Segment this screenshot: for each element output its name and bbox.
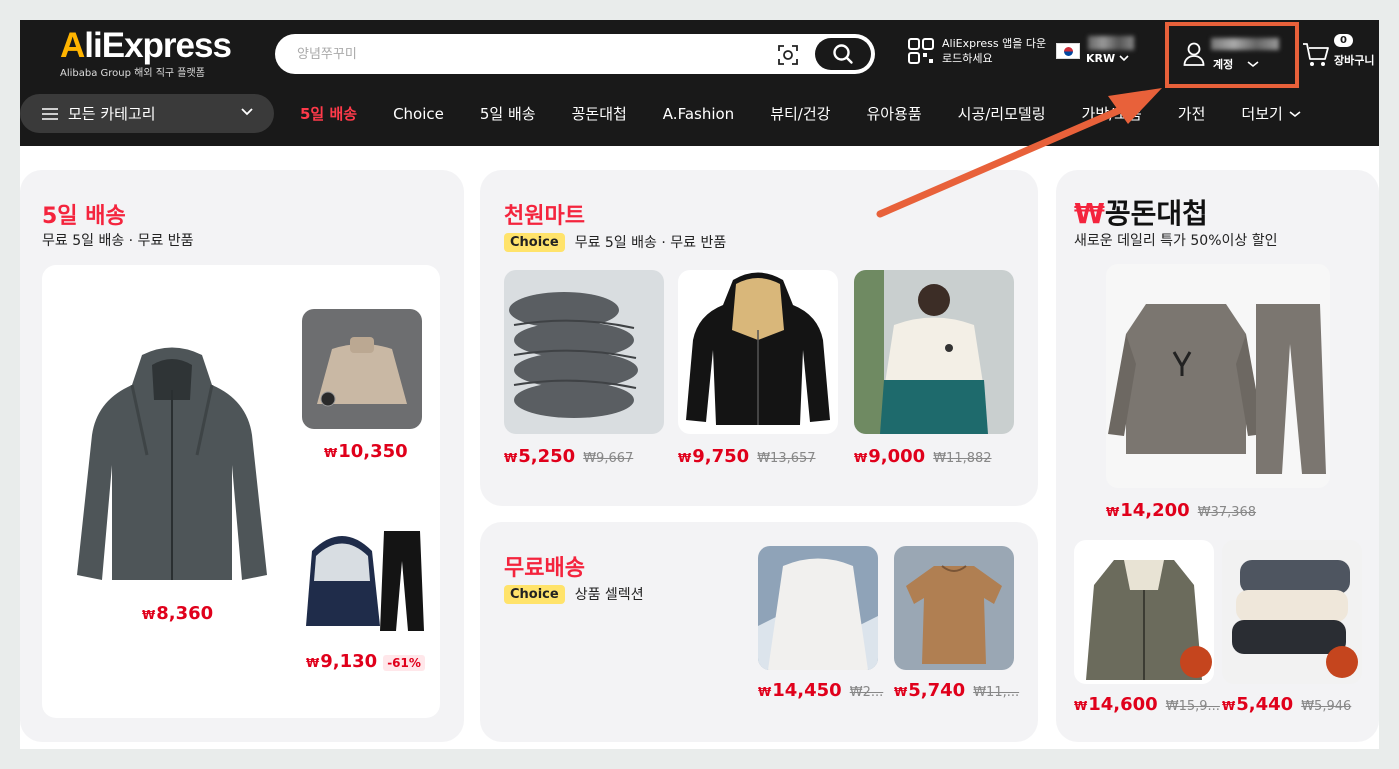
section-kkongdon[interactable]: ₩꽁돈대첩 새로운 데일리 특가 50%이상 할인 ₩14,200 ₩37,368… <box>1056 170 1379 742</box>
cart-button[interactable]: 0 장바구니 <box>1302 34 1379 74</box>
product-image-sherpa-jacket[interactable] <box>854 270 1014 434</box>
choice-badge: Choice <box>504 232 565 252</box>
chevron-down-icon <box>1119 55 1129 62</box>
product-image-blanket[interactable] <box>504 270 664 434</box>
choice-badge: Choice <box>504 584 565 604</box>
nav-item-kkongdon[interactable]: 꽁돈대첩 <box>572 103 627 124</box>
search-icon <box>833 44 853 64</box>
product-price: ₩14,450 ₩2... <box>758 680 884 701</box>
qr-code-icon <box>908 38 934 64</box>
product-price: ₩5,250 ₩9,667 <box>504 446 634 467</box>
nav-item-appliances[interactable]: 가전 <box>1178 103 1206 124</box>
section-title: 5일 배송 <box>42 204 126 229</box>
product-price: ₩5,740 ₩11,... <box>894 680 1020 701</box>
app-download-link[interactable]: AliExpress 앱을 다운로드하세요 <box>908 36 1052 66</box>
nav-item-choice[interactable]: Choice <box>393 105 444 123</box>
top-header: AliExpress Alibaba Group 해외 직구 플랫폼 양념쭈꾸미… <box>20 20 1379 146</box>
nav-item-baby[interactable]: 유아용품 <box>866 103 921 124</box>
product-image-fleece-hoodie[interactable] <box>678 270 838 434</box>
search-button[interactable] <box>815 38 871 70</box>
product-price: ₩9,000 ₩11,882 <box>854 446 992 467</box>
blurred-username <box>1211 38 1279 50</box>
product-panel: ₩8,360 ₩10,350 ₩9,130 -61% <box>42 265 440 718</box>
discount-badge: -61% <box>383 655 425 671</box>
product-price: ₩9,130 -61% <box>306 651 425 672</box>
section-title: 무료배송 <box>504 556 585 581</box>
nav-item-5day[interactable]: 5일 배송 <box>480 103 536 124</box>
product-price: ₩10,350 <box>324 441 408 462</box>
section-subtitle: 새로운 데일리 특가 50%이상 할인 <box>1074 233 1278 249</box>
nav-item-remodeling[interactable]: 시공/리모델링 <box>958 103 1046 124</box>
product-image-white-fleece[interactable] <box>758 546 878 670</box>
logo-subtitle: Alibaba Group 해외 직구 플랫폼 <box>60 68 205 79</box>
product-price: ₩8,360 <box>142 603 214 624</box>
product-image-tracksuit[interactable] <box>302 521 426 641</box>
nav-item-afashion[interactable]: A.Fashion <box>663 105 734 123</box>
section-thousand-mart[interactable]: 천원마트 Choice 무료 5일 배송 · 무료 반품 ₩5,250 ₩9,667… <box>480 170 1038 506</box>
chevron-down-icon <box>241 108 253 116</box>
app-download-text: AliExpress 앱을 다운로드하세요 <box>942 37 1047 65</box>
page-frame: AliExpress Alibaba Group 해외 직구 플랫폼 양념쭈꾸미… <box>20 20 1379 749</box>
nav-more[interactable]: 더보기 <box>1241 103 1301 124</box>
currency-label: KRW <box>1086 52 1116 65</box>
section-free-shipping[interactable]: 무료배송 Choice 상품 셀렉션 ₩14,450 ₩2... ₩5,740 ₩11… <box>480 522 1038 742</box>
product-price: ₩14,200 ₩37,368 <box>1106 500 1257 521</box>
image-search-icon[interactable] <box>777 44 799 66</box>
category-nav: 5일 배송 Choice 5일 배송 꽁돈대첩 A.Fashion 뷰티/건강 … <box>300 94 1337 133</box>
chevron-down-icon <box>1289 110 1301 117</box>
product-image-fleece-jacket[interactable] <box>1074 540 1214 684</box>
product-image-sweatsuit[interactable] <box>1106 264 1330 488</box>
korea-flag-icon <box>1056 43 1080 59</box>
product-price: ₩5,440 ₩5,946 <box>1222 694 1352 715</box>
product-price: ₩14,600 ₩15,9... <box>1074 694 1220 715</box>
chevron-down-icon <box>1247 61 1259 68</box>
product-image-tan-tshirt[interactable] <box>894 546 1014 670</box>
nav-item-5day-highlight[interactable]: 5일 배송 <box>300 103 357 124</box>
search-input[interactable] <box>297 34 757 74</box>
won-mark: ₩ <box>1074 197 1105 230</box>
nav-item-beauty[interactable]: 뷰티/건강 <box>770 103 830 124</box>
section-5day[interactable]: 5일 배송 무료 5일 배송 · 무료 반품 ₩8,360 ₩10,350 ₩ … <box>20 170 464 742</box>
section-subtitle: Choice 무료 5일 배송 · 무료 반품 <box>504 232 726 252</box>
section-subtitle: 무료 5일 배송 · 무료 반품 <box>42 233 194 249</box>
product-image-padded-pants[interactable] <box>1222 540 1362 684</box>
section-title: 천원마트 <box>504 204 585 229</box>
section-subtitle: Choice 상품 셀렉션 <box>504 584 644 604</box>
search-bar <box>275 34 875 74</box>
all-categories-label: 모든 카테고리 <box>68 105 156 123</box>
account-label: 계정 <box>1213 58 1234 71</box>
cart-icon <box>1303 43 1329 66</box>
product-image-jacket[interactable] <box>72 345 272 595</box>
product-image-sweater[interactable] <box>302 309 422 429</box>
cart-label: 장바구니 <box>1334 54 1375 67</box>
nav-item-bags[interactable]: 가방/소품 <box>1082 103 1142 124</box>
all-categories-button[interactable]: 모든 카테고리 <box>20 94 274 133</box>
cart-count-badge: 0 <box>1334 34 1353 47</box>
product-price: ₩9,750 ₩13,657 <box>678 446 816 467</box>
section-title: ₩꽁돈대첩 <box>1074 197 1208 230</box>
user-icon <box>1183 42 1205 66</box>
aliexpress-logo[interactable]: AliExpress Alibaba Group 해외 직구 플랫폼 <box>60 26 232 79</box>
blurred-language <box>1088 36 1134 50</box>
account-menu[interactable]: 계정 <box>1165 22 1299 88</box>
menu-icon <box>42 107 58 120</box>
